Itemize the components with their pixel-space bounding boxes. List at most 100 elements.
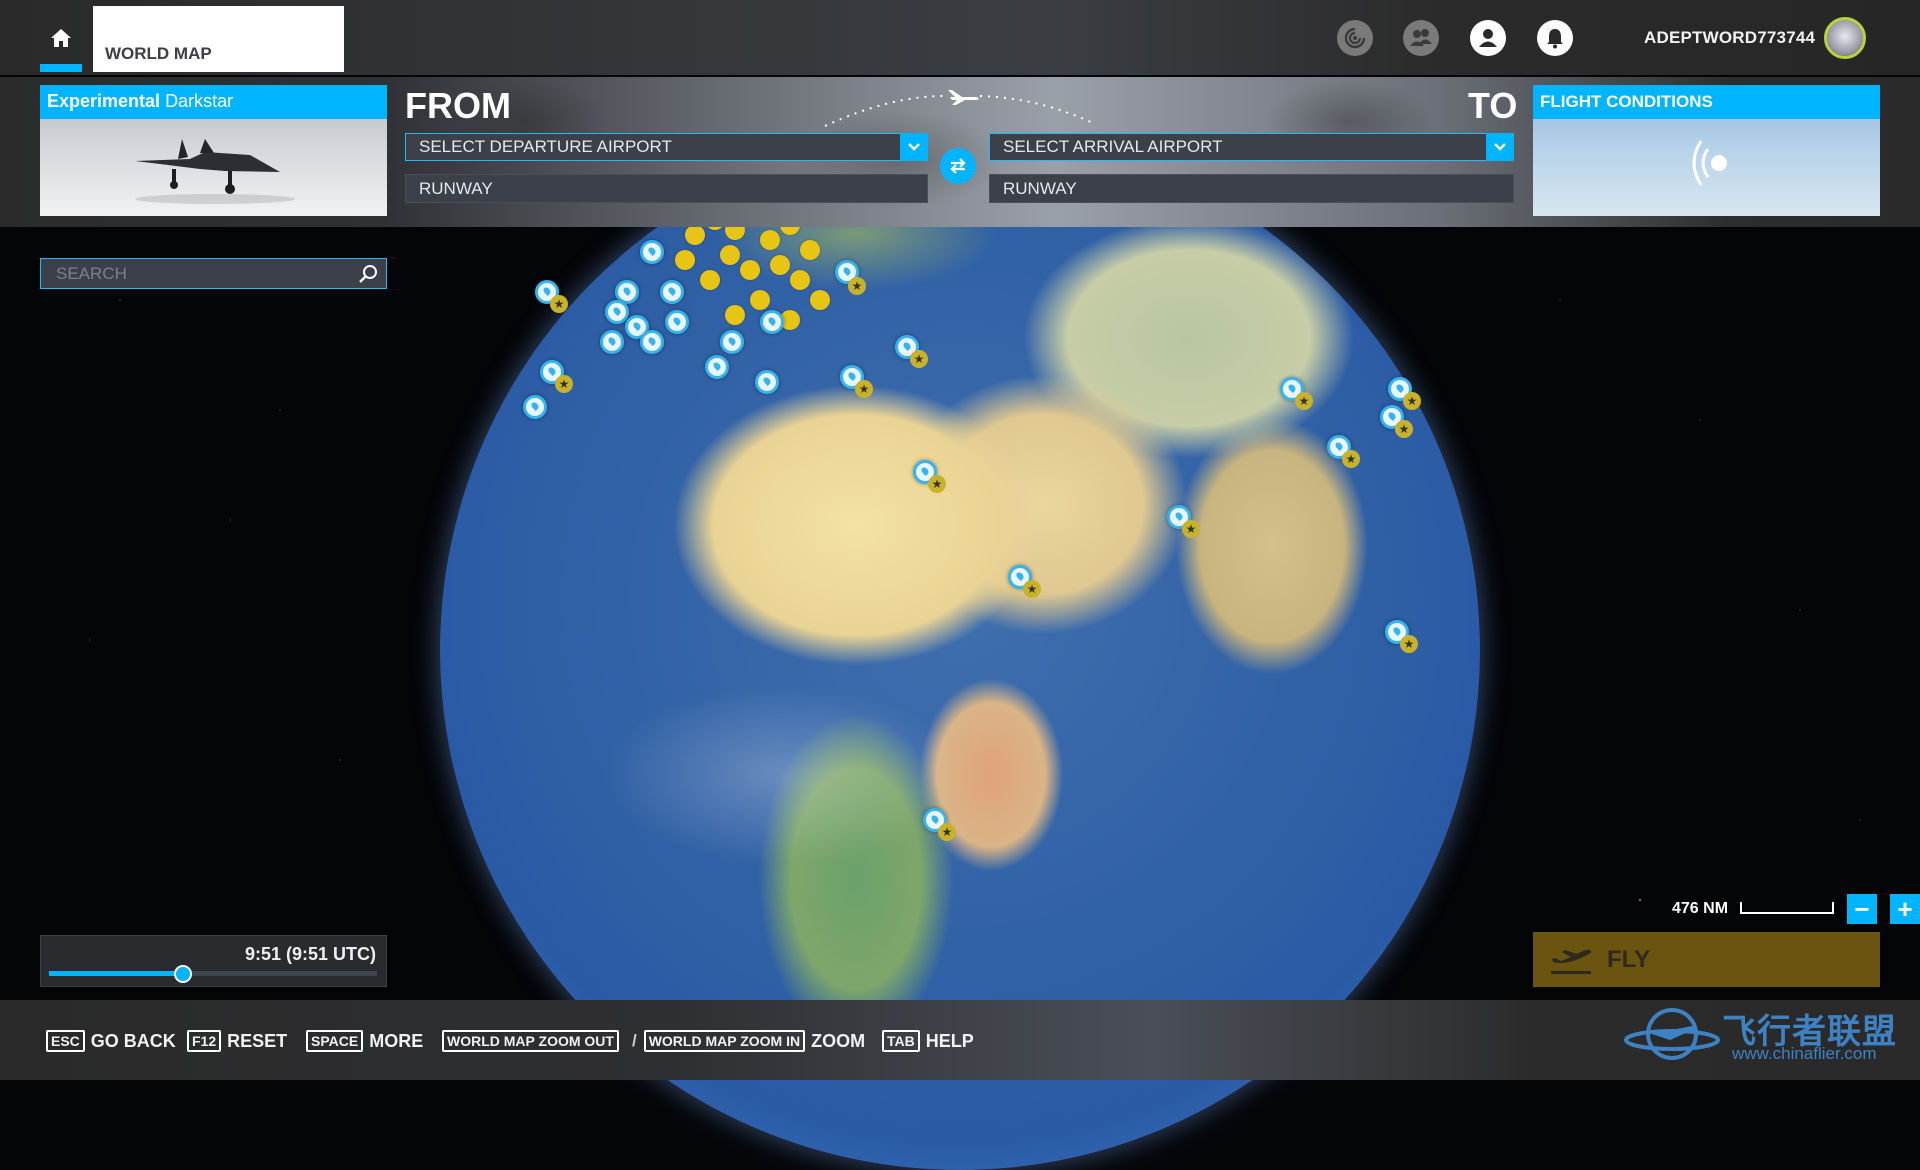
chevron-down-icon bbox=[908, 143, 920, 151]
home-icon bbox=[51, 28, 71, 47]
key-tab: TAB bbox=[882, 1030, 920, 1052]
map-marker-cluster[interactable] bbox=[685, 225, 705, 245]
arrival-airport-select[interactable]: SELECT ARRIVAL AIRPORT bbox=[989, 133, 1514, 161]
map-marker-cluster[interactable] bbox=[720, 245, 740, 265]
map-marker-cluster[interactable] bbox=[725, 305, 745, 325]
username[interactable]: ADEPTWORD773744 bbox=[1644, 28, 1815, 48]
fly-label: FLY bbox=[1607, 945, 1651, 973]
departure-dropdown-button[interactable] bbox=[900, 133, 928, 161]
active-tab-indicator bbox=[40, 64, 82, 72]
map-marker-cluster[interactable] bbox=[675, 250, 695, 270]
hint-label: MORE bbox=[369, 1030, 424, 1051]
map-marker-cluster[interactable] bbox=[750, 290, 770, 310]
featured-airport-star[interactable]: ★ bbox=[938, 823, 956, 841]
featured-airport-star[interactable]: ★ bbox=[910, 350, 928, 368]
airport-marker[interactable] bbox=[640, 240, 664, 264]
map-marker-cluster[interactable] bbox=[740, 260, 760, 280]
hint-label: ZOOM bbox=[811, 1030, 866, 1051]
map-zoom-in-button[interactable]: + bbox=[1890, 894, 1920, 924]
map-scale-bar bbox=[1740, 902, 1834, 914]
hint-label: GO BACK bbox=[90, 1030, 176, 1051]
tab-world-map[interactable]: WORLD MAP bbox=[93, 6, 344, 72]
featured-airport-star[interactable]: ★ bbox=[848, 277, 866, 295]
map-marker-cluster[interactable] bbox=[760, 230, 780, 250]
hint-go-back[interactable]: ESC GO BACK bbox=[46, 1030, 176, 1052]
featured-airport-star[interactable]: ★ bbox=[928, 475, 946, 493]
to-label: TO bbox=[1468, 85, 1518, 126]
search-icon[interactable] bbox=[358, 264, 378, 284]
featured-airport-star[interactable]: ★ bbox=[1403, 392, 1421, 410]
profile-icon bbox=[1479, 29, 1497, 47]
key-space: SPACE bbox=[306, 1030, 364, 1052]
airport-marker[interactable] bbox=[523, 395, 547, 419]
airport-marker[interactable] bbox=[755, 370, 779, 394]
bell-icon bbox=[1547, 29, 1563, 49]
departure-airport-select[interactable]: SELECT DEPARTURE AIRPORT bbox=[405, 133, 928, 161]
hint-label: RESET bbox=[227, 1030, 288, 1051]
featured-airport-star[interactable]: ★ bbox=[1182, 520, 1200, 538]
map-marker-cluster[interactable] bbox=[700, 270, 720, 290]
featured-airport-star[interactable]: ★ bbox=[1395, 420, 1413, 438]
featured-airport-star[interactable]: ★ bbox=[1400, 635, 1418, 653]
plus-icon: + bbox=[1897, 894, 1913, 924]
watermark-url: www.chinaflier.com bbox=[1732, 1044, 1877, 1063]
airplane-icon bbox=[948, 90, 979, 105]
hint-separator: / bbox=[631, 1031, 637, 1050]
key-esc: ESC bbox=[46, 1030, 85, 1052]
featured-airport-star[interactable]: ★ bbox=[1023, 580, 1041, 598]
time-slider-handle[interactable] bbox=[174, 965, 193, 983]
hint-zoom[interactable]: WORLD MAP ZOOM OUT / WORLD MAP ZOOM IN Z… bbox=[442, 1030, 865, 1052]
map-marker-cluster[interactable] bbox=[770, 255, 790, 275]
time-of-day-panel: 9:51 (9:51 UTC) bbox=[40, 935, 387, 987]
hint-more[interactable]: SPACE MORE bbox=[306, 1030, 423, 1052]
activity-button[interactable] bbox=[1337, 20, 1373, 56]
featured-airport-star[interactable]: ★ bbox=[855, 380, 873, 398]
departure-runway-select[interactable]: RUNWAY bbox=[405, 174, 928, 203]
route-arc-decoration bbox=[824, 90, 1096, 127]
aircraft-selector[interactable]: Experimental Darkstar bbox=[40, 85, 387, 216]
airport-marker[interactable] bbox=[705, 355, 729, 379]
airport-marker[interactable] bbox=[760, 310, 784, 334]
search-input[interactable] bbox=[41, 259, 341, 288]
arrival-airport-value: SELECT ARRIVAL AIRPORT bbox=[1003, 137, 1223, 156]
map-marker-cluster[interactable] bbox=[800, 240, 820, 260]
home-tab[interactable] bbox=[40, 0, 82, 75]
aircraft-image bbox=[135, 139, 295, 204]
airport-marker[interactable] bbox=[605, 300, 629, 324]
airport-marker[interactable] bbox=[640, 330, 664, 354]
airport-marker[interactable] bbox=[660, 280, 684, 304]
aircraft-title: Experimental Darkstar bbox=[40, 85, 387, 119]
aircraft-category: Experimental bbox=[47, 91, 161, 111]
key-f12: F12 bbox=[187, 1030, 222, 1052]
arrival-dropdown-button[interactable] bbox=[1486, 133, 1514, 161]
map-marker-cluster[interactable] bbox=[790, 270, 810, 290]
avatar[interactable] bbox=[1824, 17, 1866, 59]
time-slider[interactable] bbox=[49, 965, 377, 983]
map-zoom-out-button[interactable]: − bbox=[1847, 894, 1877, 924]
featured-airport-star[interactable]: ★ bbox=[1342, 450, 1360, 468]
search-box bbox=[40, 258, 387, 289]
airport-marker[interactable] bbox=[665, 310, 689, 334]
friends-icon bbox=[1410, 29, 1432, 46]
map-marker-cluster[interactable] bbox=[810, 290, 830, 310]
flight-conditions-panel[interactable]: FLIGHT CONDITIONS bbox=[1533, 85, 1880, 216]
watermark-logo-icon bbox=[1624, 1008, 1720, 1060]
watermark: 飞行者联盟 www.chinaflier.com bbox=[1622, 1000, 1912, 1068]
friends-button[interactable] bbox=[1403, 20, 1439, 56]
hint-help[interactable]: TAB HELP bbox=[882, 1030, 974, 1052]
airport-marker[interactable] bbox=[720, 330, 744, 354]
key-zoom-in: WORLD MAP ZOOM IN bbox=[643, 1030, 806, 1052]
notifications-button[interactable] bbox=[1537, 20, 1573, 56]
featured-airport-star[interactable]: ★ bbox=[555, 375, 573, 393]
fly-button[interactable]: FLY bbox=[1533, 932, 1880, 987]
minus-icon: − bbox=[1854, 894, 1870, 924]
airport-marker[interactable] bbox=[600, 330, 624, 354]
live-weather-icon bbox=[1692, 140, 1727, 186]
arrival-runway-select[interactable]: RUNWAY bbox=[989, 174, 1514, 203]
swap-airports-button[interactable] bbox=[940, 148, 976, 184]
featured-airport-star[interactable]: ★ bbox=[550, 295, 568, 313]
top-bar: WORLD MAP ADEPTWORD773744 bbox=[0, 0, 1920, 75]
featured-airport-star[interactable]: ★ bbox=[1295, 392, 1313, 410]
profile-button[interactable] bbox=[1470, 20, 1506, 56]
hint-reset[interactable]: F12 RESET bbox=[187, 1030, 287, 1052]
